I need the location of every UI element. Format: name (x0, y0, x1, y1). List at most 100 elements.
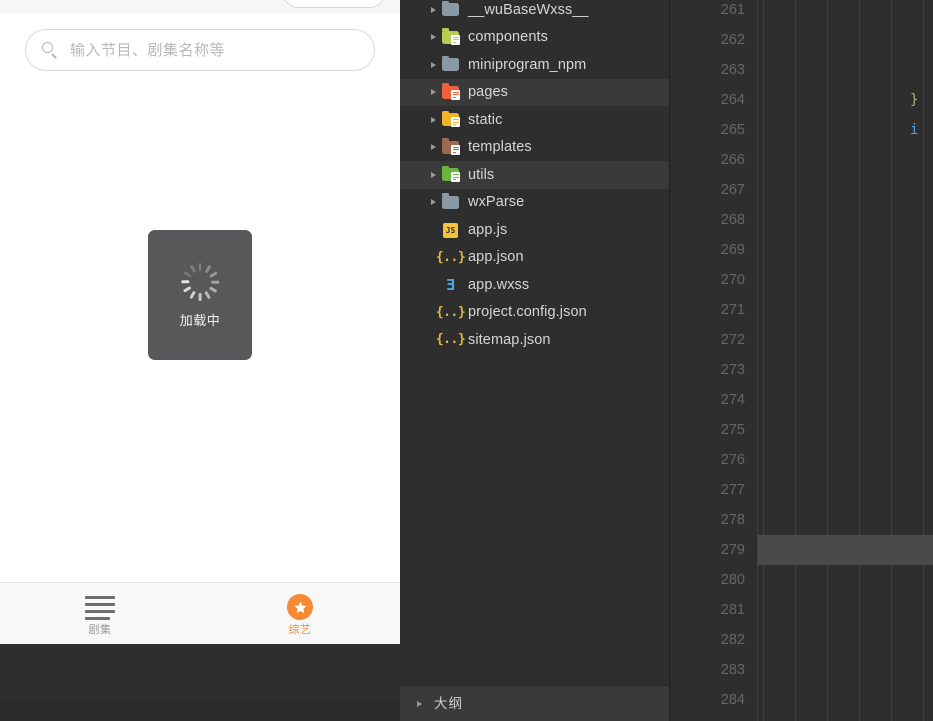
line-number: 270 (720, 272, 745, 288)
line-number: 265 (720, 122, 745, 138)
tree-row[interactable]: {..} project.config.json (400, 299, 669, 327)
chevron-right-icon[interactable] (426, 199, 440, 206)
tree-row[interactable]: {..} app.json (400, 244, 669, 272)
folder-plain-icon (440, 0, 462, 18)
tree-item-label: pages (468, 84, 509, 100)
line-number: 275 (720, 422, 745, 438)
css-file-icon: Ǝ (445, 275, 456, 294)
json-file-icon: {..} (435, 304, 466, 320)
code-editor-panel[interactable]: 261 262 263 264 265 266 267 268 269 270 271 272 273 2… (670, 0, 933, 721)
line-number: 262 (720, 32, 745, 48)
line-number: 264 (720, 92, 745, 108)
search-icon (42, 41, 59, 59)
simulator-shell-bottom (0, 644, 400, 704)
active-line-highlight (758, 535, 933, 565)
folder-pages-icon (440, 83, 462, 101)
line-number: 282 (720, 632, 745, 648)
tree-row[interactable]: Ǝapp.wxss (400, 271, 669, 299)
line-number: 268 (720, 212, 745, 228)
tree-item-label: wxParse (468, 194, 525, 210)
tree-item-label: app.js (468, 221, 508, 238)
tree-item-label: app.wxss (468, 276, 530, 293)
chevron-right-icon[interactable] (426, 171, 440, 178)
indent-guide (891, 0, 892, 721)
list-icon (85, 594, 115, 620)
tree-row[interactable]: pages (400, 78, 669, 106)
chevron-right-icon[interactable] (426, 34, 440, 41)
folder-plain-icon (440, 55, 462, 73)
loading-toast: 加载中 (148, 230, 252, 360)
line-number: 277 (720, 482, 745, 498)
tree-row[interactable]: __wuBaseWxss__ (400, 0, 669, 24)
tab-item-zongyi[interactable]: 综艺 (200, 583, 400, 644)
line-number: 274 (720, 392, 745, 408)
code-token: i (910, 122, 919, 138)
tab-item-juji[interactable]: 剧集 (0, 583, 200, 644)
simulator-panel: 输入节目、剧集名称等 加载中 剧集 综艺 (0, 0, 400, 721)
simulator-device-screen: 输入节目、剧集名称等 加载中 剧集 综艺 (0, 0, 400, 644)
search-input[interactable]: 输入节目、剧集名称等 (70, 43, 225, 58)
tree-row[interactable]: miniprogram_npm (400, 51, 669, 79)
js-file-icon: JS (440, 221, 462, 238)
line-number: 273 (720, 362, 745, 378)
json-file-icon: {..} (435, 249, 466, 265)
line-number: 281 (720, 602, 745, 618)
tree-item-label: __wuBaseWxss__ (468, 1, 589, 18)
tabbar: 剧集 综艺 (0, 582, 400, 644)
line-number: 261 (720, 2, 745, 18)
star-icon (287, 594, 313, 620)
line-number: 284 (720, 692, 745, 708)
chevron-right-icon[interactable] (426, 116, 440, 123)
search-bar[interactable]: 输入节目、剧集名称等 (25, 29, 375, 71)
folder-utils-icon (440, 165, 462, 183)
file-tree: __wuBaseWxss__ components miniprogram_npmp… (400, 0, 669, 354)
line-number: 269 (720, 242, 745, 258)
tree-row[interactable]: components (400, 24, 669, 52)
line-number: 278 (720, 512, 745, 528)
folder-templates-icon (440, 138, 462, 156)
loading-text: 加载中 (179, 313, 221, 328)
line-number: 283 (720, 662, 745, 678)
json-file-icon: {..} (435, 332, 466, 348)
folder-static-icon (440, 110, 462, 128)
tree-row[interactable]: {..} sitemap.json (400, 326, 669, 354)
search-input-container[interactable]: 输入节目、剧集名称等 (25, 29, 375, 71)
editor-code-area[interactable]: } i (758, 0, 933, 721)
tree-item-label: project.config.json (468, 304, 587, 320)
file-explorer-panel: __wuBaseWxss__ components miniprogram_npmp… (400, 0, 670, 721)
tree-row[interactable]: utils (400, 161, 669, 189)
tree-item-label: app.json (468, 249, 524, 265)
indent-guide (859, 0, 860, 721)
app-root: 输入节目、剧集名称等 加载中 剧集 综艺 __wuBaseWxss__ comp… (0, 0, 933, 721)
line-number: 263 (720, 62, 745, 78)
tree-row[interactable]: static (400, 106, 669, 134)
tab-label-zongyi: 综艺 (288, 624, 312, 636)
top-pill-button[interactable] (283, 0, 385, 8)
tree-item-label: static (468, 111, 503, 128)
chevron-right-icon (412, 700, 426, 707)
line-number: 272 (720, 332, 745, 348)
indent-guide (827, 0, 828, 721)
chevron-right-icon[interactable] (426, 61, 440, 68)
folder-components-icon (440, 28, 462, 46)
tree-item-label: components (468, 29, 548, 45)
tree-item-label: utils (468, 166, 495, 183)
chevron-right-icon[interactable] (426, 6, 440, 13)
line-number: 267 (720, 182, 745, 198)
tree-item-label: templates (468, 139, 532, 155)
editor-line-number-gutter: 261 262 263 264 265 266 267 268 269 270 271 272 273 2… (670, 0, 758, 721)
tree-row[interactable]: templates (400, 134, 669, 162)
tree-row[interactable]: wxParse (400, 189, 669, 217)
folder-plain-icon (440, 193, 462, 211)
chevron-right-icon[interactable] (426, 144, 440, 151)
outline-panel-header[interactable]: 大纲 (400, 685, 669, 721)
chevron-right-icon[interactable] (426, 89, 440, 96)
tree-row[interactable]: JS app.js (400, 216, 669, 244)
tree-item-label: sitemap.json (468, 331, 551, 348)
line-number: 276 (720, 452, 745, 468)
line-number: 266 (720, 152, 745, 168)
indent-guide (795, 0, 796, 721)
line-number: 280 (720, 572, 745, 588)
code-token: } (910, 92, 919, 108)
indent-guide (763, 0, 764, 721)
